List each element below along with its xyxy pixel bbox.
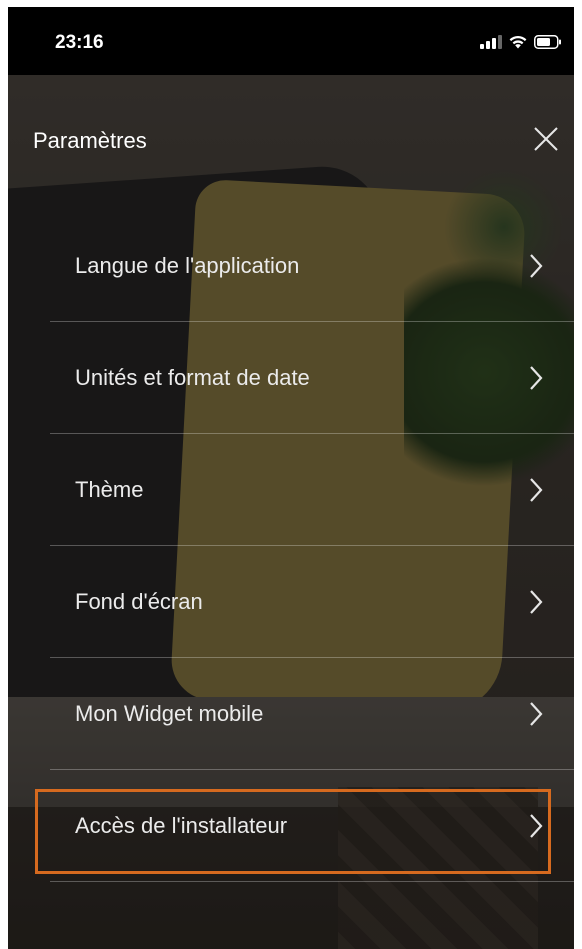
page-title: Paramètres xyxy=(33,128,147,153)
header: Paramètres xyxy=(8,75,574,195)
phone-screen: 23:16 Paramètres Langue de l'application… xyxy=(8,7,574,949)
menu-item-installer-access[interactable]: Accès de l'installateur xyxy=(8,770,574,882)
chevron-right-icon xyxy=(530,590,543,614)
battery-icon xyxy=(534,34,562,49)
chevron-right-icon xyxy=(530,254,543,278)
menu-item-label: Thème xyxy=(75,477,144,502)
menu-item-label: Unités et format de date xyxy=(75,365,310,390)
menu-item-units-date-format[interactable]: Unités et format de date xyxy=(8,322,574,434)
status-icons xyxy=(480,34,562,49)
menu-item-label: Accès de l'installateur xyxy=(75,813,288,838)
menu-item-label: Langue de l'application xyxy=(75,253,300,278)
menu-item-theme[interactable]: Thème xyxy=(8,434,574,546)
settings-menu: Langue de l'application Unités et format… xyxy=(8,210,574,882)
wifi-icon xyxy=(508,34,528,49)
close-icon[interactable] xyxy=(530,123,562,155)
menu-item-mobile-widget[interactable]: Mon Widget mobile xyxy=(8,658,574,770)
status-bar: 23:16 xyxy=(8,7,574,75)
cellular-signal-icon xyxy=(480,34,502,49)
divider xyxy=(50,881,574,882)
menu-item-label: Fond d'écran xyxy=(75,589,203,614)
status-time: 23:16 xyxy=(55,32,104,53)
chevron-right-icon xyxy=(530,366,543,390)
chevron-right-icon xyxy=(530,478,543,502)
menu-item-label: Mon Widget mobile xyxy=(75,701,264,726)
menu-item-language[interactable]: Langue de l'application xyxy=(8,210,574,322)
chevron-right-icon xyxy=(530,702,543,726)
menu-item-wallpaper[interactable]: Fond d'écran xyxy=(8,546,574,658)
chevron-right-icon xyxy=(530,814,543,838)
